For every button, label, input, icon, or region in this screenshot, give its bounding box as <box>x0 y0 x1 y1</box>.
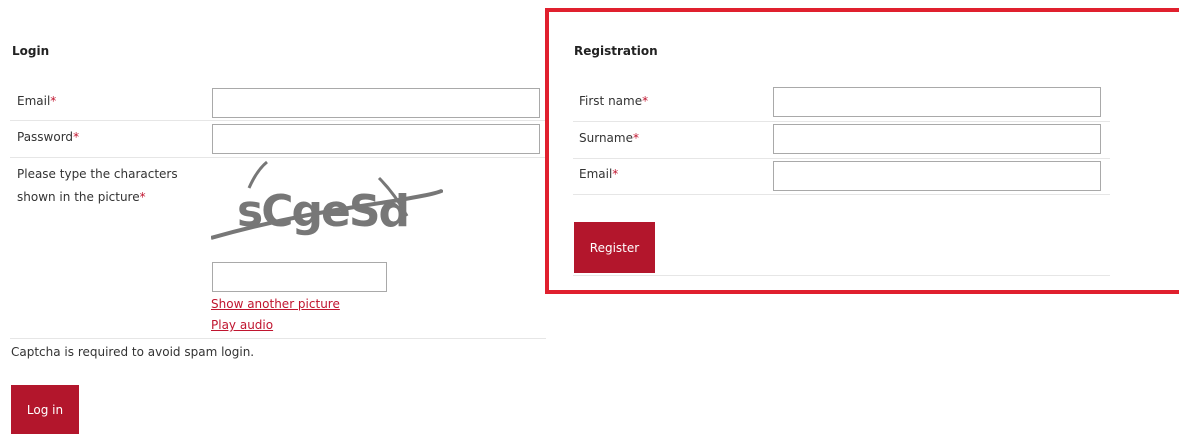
login-title: Login <box>12 44 50 58</box>
first-name-label-text: First name <box>579 94 643 108</box>
divider <box>573 158 1110 159</box>
required-marker: * <box>642 94 649 108</box>
required-marker: * <box>73 130 80 144</box>
login-password-label: Password* <box>17 126 79 149</box>
registration-email-label-text: Email <box>579 167 613 181</box>
captcha-image: sCgeSd <box>211 160 443 240</box>
login-password-label-text: Password <box>17 130 74 144</box>
surname-label: Surname* <box>579 127 639 150</box>
divider <box>573 121 1110 122</box>
divider <box>10 338 546 339</box>
captcha-label-line2: shown in the picture* <box>17 186 178 209</box>
captcha-label: Please type the characters shown in the … <box>17 163 178 209</box>
login-email-label: Email* <box>17 90 56 113</box>
first-name-label: First name* <box>579 90 648 113</box>
required-marker: * <box>632 131 639 145</box>
login-password-input[interactable] <box>212 124 540 154</box>
surname-label-text: Surname <box>579 131 633 145</box>
captcha-label-line1: Please type the characters <box>17 167 178 181</box>
login-email-input[interactable] <box>212 88 540 118</box>
required-marker: * <box>50 94 57 108</box>
registration-title: Registration <box>574 44 658 58</box>
captcha-note: Captcha is required to avoid spam login. <box>11 345 255 359</box>
divider <box>10 120 546 121</box>
show-another-picture-link[interactable]: Show another picture <box>211 297 340 311</box>
captcha-input[interactable] <box>212 262 387 292</box>
required-marker: * <box>139 190 146 204</box>
surname-input[interactable] <box>773 124 1101 154</box>
login-button[interactable]: Log in <box>11 385 79 434</box>
first-name-input[interactable] <box>773 87 1101 117</box>
registration-email-input[interactable] <box>773 161 1101 191</box>
register-button[interactable]: Register <box>574 222 655 273</box>
play-audio-link[interactable]: Play audio <box>211 318 273 332</box>
divider <box>573 275 1110 276</box>
required-marker: * <box>612 167 619 181</box>
registration-email-label: Email* <box>579 163 618 186</box>
divider <box>10 157 546 158</box>
divider <box>573 194 1110 195</box>
login-email-label-text: Email <box>17 94 51 108</box>
captcha-noise-line <box>247 160 268 189</box>
captcha-label-line2-text: shown in the picture <box>17 190 140 204</box>
